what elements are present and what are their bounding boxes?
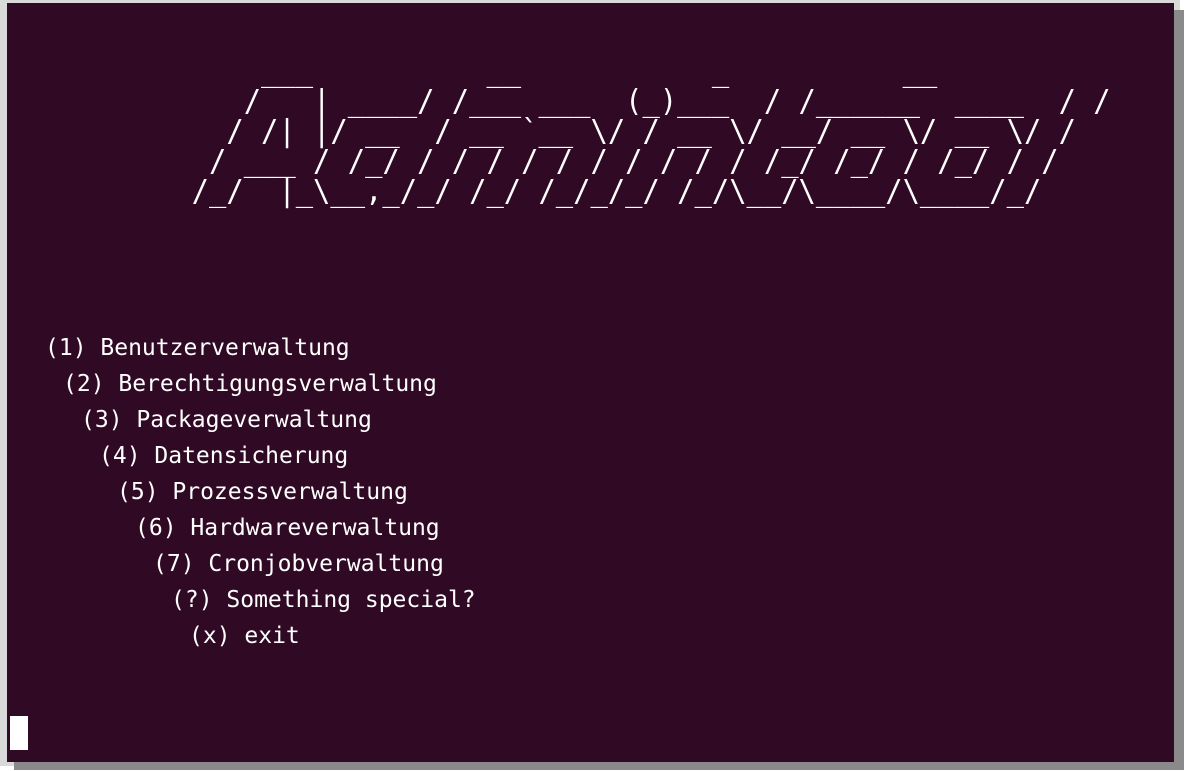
menu-item-prozessverwaltung[interactable]: (5) Prozessverwaltung (117, 475, 408, 509)
menu-item-exit[interactable]: (x) exit (189, 619, 300, 653)
terminal-cursor[interactable] (10, 716, 28, 750)
menu-item-something-special[interactable]: (?) Something special? (171, 583, 476, 617)
admintool-ascii-banner: ___ __ _ __ __ / | ____/ /___ ___ (_)___… (191, 54, 1111, 209)
menu-item-berechtigungsverwaltung[interactable]: (2) Berechtigungsverwaltung (63, 367, 437, 401)
menu-item-benutzerverwaltung[interactable]: (1) Benutzerverwaltung (45, 331, 350, 365)
menu-item-hardwareverwaltung[interactable]: (6) Hardwareverwaltung (135, 511, 440, 545)
menu-item-cronjobverwaltung[interactable]: (7) Cronjobverwaltung (153, 547, 444, 581)
terminal-window[interactable]: ___ __ _ __ __ / | ____/ /___ ___ (_)___… (7, 3, 1174, 762)
menu-item-datensicherung[interactable]: (4) Datensicherung (99, 439, 348, 473)
menu-item-packageverwaltung[interactable]: (3) Packageverwaltung (81, 403, 372, 437)
